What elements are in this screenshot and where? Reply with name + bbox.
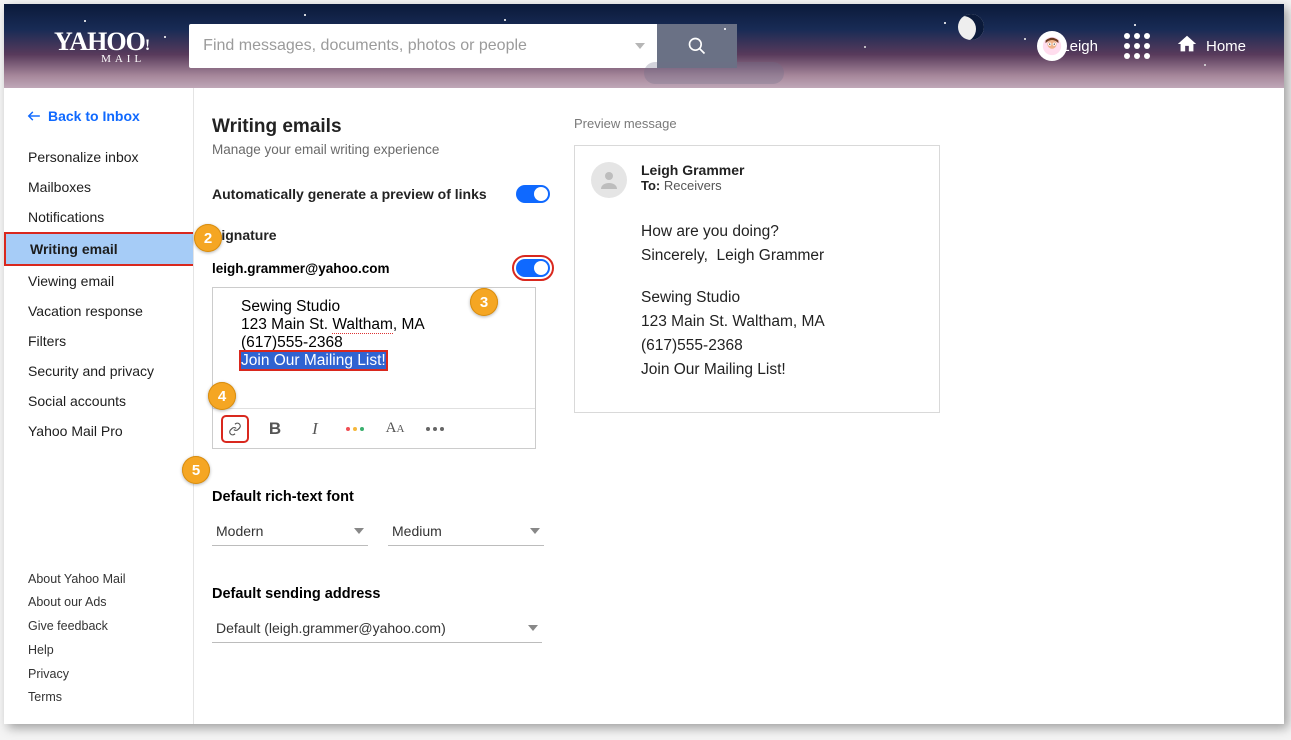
footer-privacy[interactable]: Privacy [28,663,126,687]
callout-4: 4 [208,382,236,410]
search-input[interactable] [189,24,623,68]
user-name[interactable]: Leigh [1061,38,1098,55]
link-icon [225,422,245,436]
callout-2: 2 [194,224,222,252]
apps-grid-icon[interactable] [1124,33,1150,59]
page-subtitle: Manage your email writing experience [212,142,564,157]
default-font-heading: Default rich-text font [212,489,564,505]
logo-text: YAHOO [54,27,145,56]
footer-give-feedback[interactable]: Give feedback [28,615,126,639]
nav-social-accounts[interactable]: Social accounts [4,386,193,416]
nav-notifications[interactable]: Notifications [4,202,193,232]
signature-email: leigh.grammer@yahoo.com [212,261,389,276]
chevron-down-icon [530,528,540,534]
footer-about-ads[interactable]: About our Ads [28,591,126,615]
chevron-down-icon [635,43,645,49]
sending-address-select[interactable]: Default (leigh.grammer@yahoo.com) [212,614,542,643]
arrow-left-icon [26,109,42,123]
nav-mailboxes[interactable]: Mailboxes [4,172,193,202]
settings-column: Writing emails Manage your email writing… [194,88,564,724]
home-link[interactable]: Home [1176,33,1246,59]
nav-writing-email[interactable]: Writing email [4,232,193,266]
default-sending-heading: Default sending address [212,586,564,602]
sidebar-footer: About Yahoo Mail About our Ads Give feed… [28,568,126,711]
yahoo-logo[interactable]: YAHOO! MAIL [54,27,149,65]
font-size-select[interactable]: Medium [388,517,544,546]
nav-viewing-email[interactable]: Viewing email [4,266,193,296]
auto-preview-label: Automatically generate a preview of link… [212,186,487,202]
chevron-down-icon [354,528,364,534]
back-to-inbox-link[interactable]: Back to Inbox [4,108,193,142]
settings-sidebar: Back to Inbox Personalize inbox Mailboxe… [4,88,194,724]
signature-heading: Signature [212,227,564,243]
preview-to-line: To: Receivers [641,178,744,193]
more-icon [426,427,444,431]
header: YAHOO! MAIL Leigh Home [4,4,1284,88]
more-formatting-button[interactable] [423,417,447,441]
preview-column: Preview message Leigh Grammer To: Receiv… [564,88,1284,724]
bold-button[interactable]: B [263,417,287,441]
auto-preview-toggle[interactable] [516,185,550,203]
nav-personalize-inbox[interactable]: Personalize inbox [4,142,193,172]
preview-label: Preview message [574,116,1284,131]
chevron-down-icon [528,625,538,631]
callout-3: 3 [470,288,498,316]
moon-decor [958,14,984,40]
insert-link-button[interactable] [223,417,247,441]
nav-yahoo-mail-pro[interactable]: Yahoo Mail Pro [4,416,193,446]
signature-toggle[interactable] [516,259,550,277]
font-button[interactable]: AA [383,417,407,441]
font-size-icon: AA [386,420,405,437]
signature-toolbar: B I AA [213,408,535,448]
search-icon [687,36,707,56]
preview-body: How are you doing? Sincerely, Leigh Gram… [641,220,923,382]
footer-help[interactable]: Help [28,639,126,663]
preview-avatar [591,162,627,198]
cloud-decor [644,62,784,84]
nav-filters[interactable]: Filters [4,326,193,356]
preview-card: Leigh Grammer To: Receivers How are you … [574,145,940,413]
italic-button[interactable]: I [303,417,327,441]
nav-vacation-response[interactable]: Vacation response [4,296,193,326]
text-color-button[interactable] [343,417,367,441]
footer-about-yahoo-mail[interactable]: About Yahoo Mail [28,568,126,592]
preview-sender: Leigh Grammer [641,162,744,178]
nav-security-privacy[interactable]: Security and privacy [4,356,193,386]
font-family-select[interactable]: Modern [212,517,368,546]
color-dots-icon [346,427,364,431]
callout-5: 5 [182,456,210,484]
home-icon [1176,33,1198,59]
person-icon [597,168,621,192]
header-right: Leigh Home [1037,4,1246,88]
page-title: Writing emails [212,116,564,138]
signature-selected-text[interactable]: Join Our Mailing List! [241,352,386,369]
footer-terms[interactable]: Terms [28,686,126,710]
